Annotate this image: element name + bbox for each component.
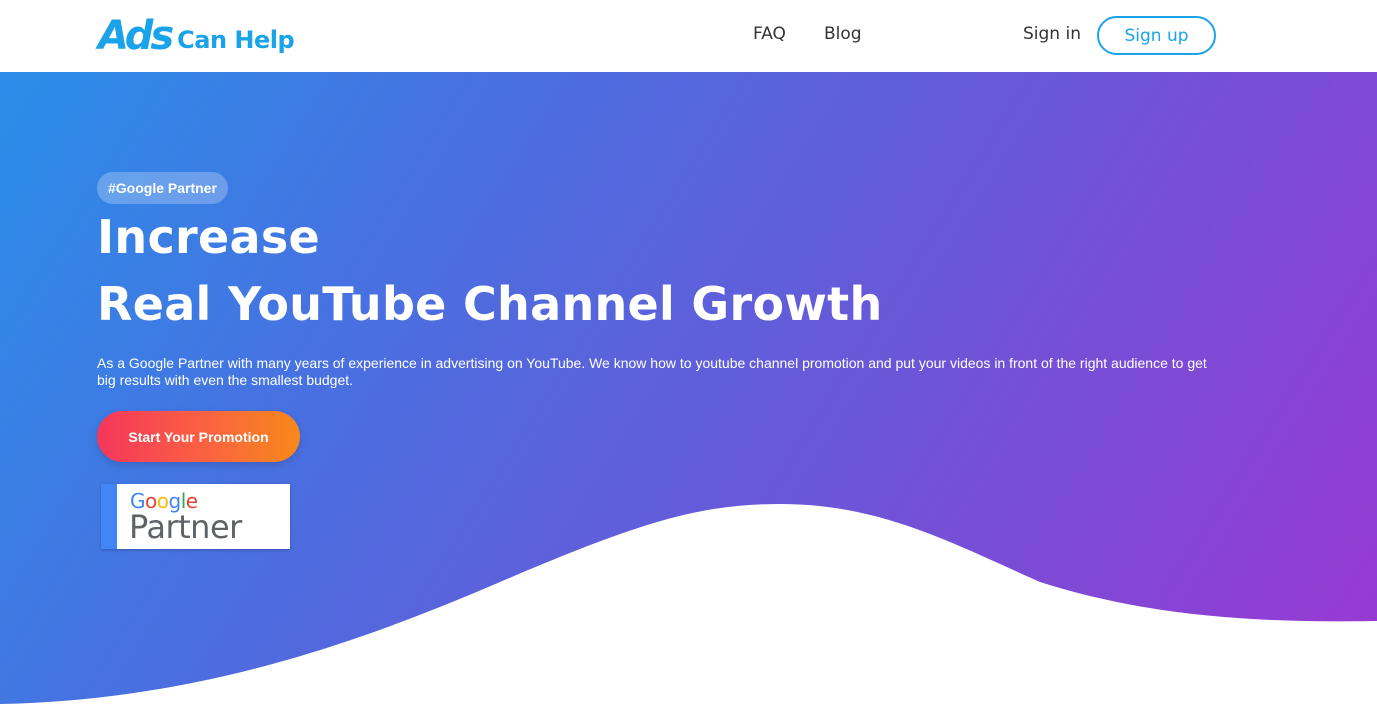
hero-section: #Google Partner Increase Real YouTube Ch… (0, 72, 1377, 707)
hero-title-line1: Increase (97, 210, 321, 264)
hero-description: As a Google Partner with many years of e… (97, 355, 1207, 388)
google-partner-tag: #Google Partner (97, 172, 228, 204)
sign-in-link[interactable]: Sign in (1023, 24, 1081, 44)
start-promotion-button[interactable]: Start Your Promotion (97, 411, 300, 462)
badge-blue-bar (101, 484, 117, 549)
sign-up-button[interactable]: Sign up (1097, 16, 1216, 55)
hero-wave-shape (0, 504, 1377, 707)
partner-text: Partner (129, 508, 242, 546)
logo[interactable]: Ads Can Help (98, 10, 308, 62)
google-partner-badge: Google Partner (101, 484, 290, 549)
nav-link-faq[interactable]: FAQ (753, 24, 786, 44)
nav-link-blog[interactable]: Blog (824, 24, 862, 44)
logo-ads-text: Ads (98, 13, 174, 59)
logo-can-help-text: Can Help (177, 26, 295, 54)
hero-title-line2: Real YouTube Channel Growth (97, 277, 883, 331)
site-header: Ads Can Help FAQ Blog Sign in Sign up (0, 0, 1377, 72)
